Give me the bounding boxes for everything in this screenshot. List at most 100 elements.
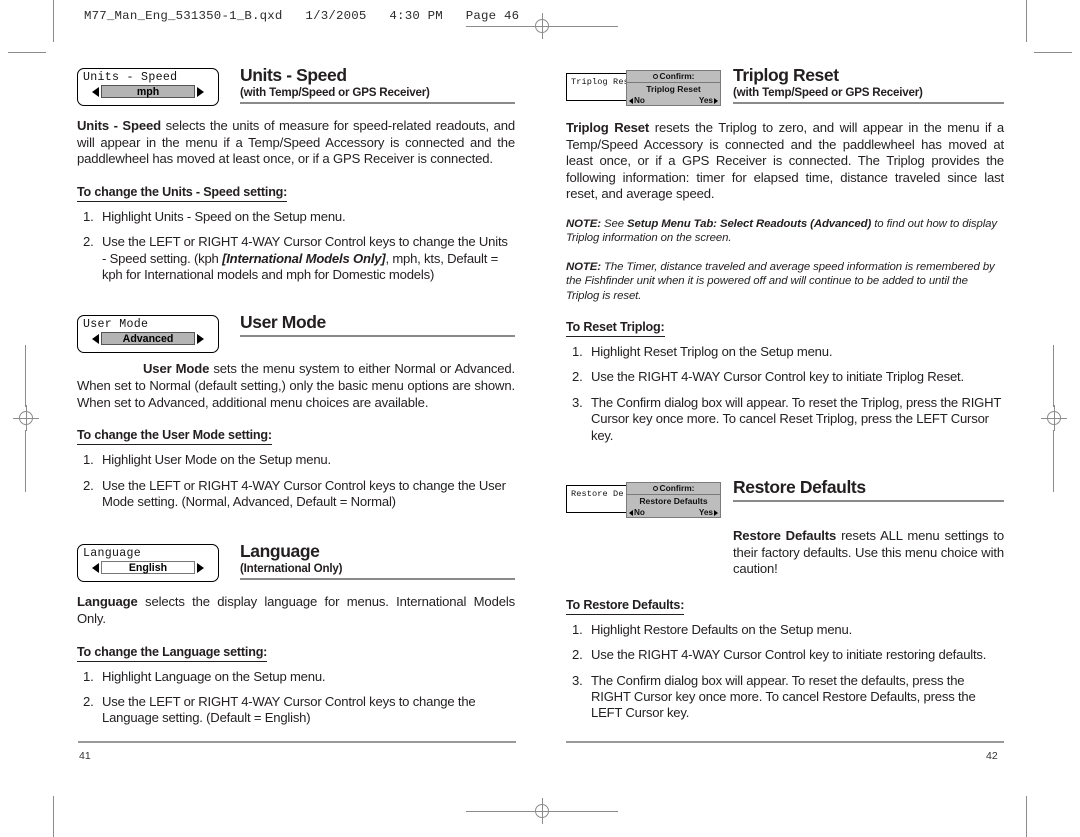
- body-lead: Triplog Reset: [566, 120, 650, 135]
- left-arrow-icon[interactable]: [92, 562, 99, 573]
- list-item: 2. Use the RIGHT 4-WAY Cursor Control key…: [566, 369, 1004, 385]
- step-number: 2.: [83, 234, 94, 250]
- menu-widget-value[interactable]: Advanced: [101, 332, 195, 346]
- step-number: 2.: [572, 647, 583, 663]
- section-title: User Mode: [240, 312, 326, 333]
- footer-rule-right: [566, 741, 1004, 743]
- registration-mark-bottom-center: [529, 798, 555, 824]
- step-text: The Confirm dialog box will appear. To r…: [591, 672, 976, 721]
- crop-mark-top-left-horizontal: [8, 52, 46, 54]
- section-rule: [240, 335, 515, 338]
- confirm-dialog-footer: No Yes: [627, 507, 720, 518]
- right-arrow-icon: [714, 97, 718, 104]
- confirm-no-label: No: [634, 96, 645, 105]
- steps-list: 1. Highlight User Mode on the Setup menu.…: [77, 452, 515, 510]
- crop-mark-top-left-vertical: [53, 0, 55, 42]
- section-body: Units - Speed selects the units of measu…: [77, 118, 515, 168]
- steps-list: 1. Highlight Units - Speed on the Setup m…: [77, 209, 515, 284]
- section-restore-defaults: Restore De Confirm: Restore Defaults No …: [566, 478, 1004, 722]
- note-emphasis: Setup Menu Tab: Select Readouts (Advance…: [627, 217, 872, 230]
- confirm-no-option[interactable]: No: [629, 95, 645, 106]
- section-body: Language selects the display language fo…: [77, 594, 515, 627]
- confirm-yes-option[interactable]: Yes: [699, 507, 718, 518]
- section-restore-defaults-header: Restore De Confirm: Restore Defaults No …: [566, 478, 1004, 524]
- steps-list: 1. Highlight Reset Triplog on the Setup m…: [566, 344, 1004, 444]
- menu-widget-value[interactable]: English: [101, 561, 195, 575]
- note-label: NOTE:: [566, 260, 601, 273]
- note-label: NOTE:: [566, 217, 601, 230]
- registration-line-left-top: [25, 345, 27, 407]
- list-item: 1. Highlight Language on the Setup menu.: [77, 669, 515, 685]
- registration-line-bottom-center-left: [466, 810, 530, 812]
- section-language: Language English Language (International…: [77, 542, 515, 726]
- left-arrow-icon: [629, 97, 633, 104]
- step-text: Use the LEFT or RIGHT 4-WAY Cursor Contr…: [102, 477, 506, 509]
- steps-heading: To change the User Mode setting:: [77, 428, 272, 446]
- body-lead: Units - Speed: [77, 118, 161, 133]
- confirm-dialog-body: Triplog Reset: [646, 84, 701, 94]
- registration-line-right-bottom: [1053, 430, 1055, 492]
- manual-page: M77_Man_Eng_531350-1_B.qxd 1/3/2005 4:30…: [0, 0, 1080, 837]
- list-item: 1. Highlight Units - Speed on the Setup m…: [77, 209, 515, 225]
- list-item: 2. Use the LEFT or RIGHT 4-WAY Cursor Con…: [77, 478, 515, 511]
- crop-mark-top-right-vertical: [1026, 0, 1028, 42]
- page-number-left: 41: [79, 750, 91, 762]
- section-rule: [240, 102, 515, 104]
- section-rule: [733, 102, 1004, 104]
- section-headings: Triplog Reset (with Temp/Speed or GPS Re…: [733, 66, 1004, 104]
- section-title: Restore Defaults: [733, 477, 866, 498]
- confirm-widget-triplog-reset[interactable]: Triplog Rese Confirm: Triplog Reset No Y…: [566, 70, 721, 106]
- step-number: 1.: [83, 668, 94, 684]
- steps-heading: To change the Language setting:: [77, 645, 267, 662]
- menu-widget-value[interactable]: mph: [101, 85, 195, 98]
- section-body: Restore Defaults resets ALL menu setting…: [733, 528, 1004, 578]
- step-number: 2.: [83, 477, 94, 493]
- steps-heading: To change the Units - Speed setting:: [77, 185, 287, 202]
- section-subtitle: (with Temp/Speed or GPS Receiver): [240, 86, 430, 99]
- registration-mark-top-center: [529, 13, 555, 39]
- step-number: 1.: [83, 208, 94, 224]
- left-arrow-icon[interactable]: [92, 333, 99, 344]
- section-headings: Units - Speed (with Temp/Speed or GPS Re…: [240, 66, 515, 104]
- bullet-icon: [652, 74, 658, 80]
- registration-line-left-bottom: [25, 430, 27, 492]
- menu-widget-language[interactable]: Language English: [77, 544, 219, 583]
- body-lead: User Mode: [143, 361, 210, 377]
- steps-list: 1. Highlight Language on the Setup menu. …: [77, 669, 515, 727]
- steps-heading: To Reset Triplog:: [566, 320, 665, 337]
- section-language-header: Language English Language (International…: [77, 542, 515, 586]
- confirm-dialog[interactable]: Confirm: Restore Defaults No Yes: [626, 482, 721, 519]
- section-subtitle: (International Only): [240, 562, 343, 576]
- list-item: 1. Highlight Reset Triplog on the Setup m…: [566, 344, 1004, 360]
- menu-widget-label: Language: [83, 547, 142, 561]
- list-item: 2. Use the LEFT or RIGHT 4-WAY Cursor Con…: [77, 234, 515, 283]
- menu-widget-user-mode[interactable]: User Mode Advanced: [77, 315, 219, 354]
- step-text: The Confirm dialog box will appear. To r…: [591, 394, 1001, 443]
- step-number: 1.: [83, 452, 94, 468]
- step-text: Use the LEFT or RIGHT 4-WAY Cursor Contr…: [102, 694, 476, 726]
- right-arrow-icon[interactable]: [197, 333, 204, 344]
- confirm-no-option[interactable]: No: [629, 507, 645, 518]
- confirm-dialog[interactable]: Confirm: Triplog Reset No Yes: [626, 70, 721, 106]
- right-arrow-icon[interactable]: [197, 562, 204, 573]
- menu-widget-units-speed[interactable]: Units - Speed mph: [77, 68, 219, 106]
- crop-mark-bottom-right-vertical: [1026, 796, 1028, 837]
- confirm-dialog-footer: No Yes: [627, 95, 720, 106]
- section-triplog-reset: Triplog Rese Confirm: Triplog Reset No Y…: [566, 66, 1004, 444]
- step-number: 3.: [572, 672, 583, 688]
- note-pre: See: [600, 217, 628, 230]
- section-body: User Mode sets the menu system to either…: [77, 361, 515, 411]
- footer-rule-left: [78, 741, 516, 743]
- registration-line-top-center-left: [466, 25, 530, 27]
- step-number: 1.: [572, 344, 583, 359]
- list-item: 2. Use the RIGHT 4-WAY Cursor Control key…: [566, 647, 1004, 663]
- section-user-mode: User Mode Advanced User Mode User Mode s…: [77, 313, 515, 510]
- left-arrow-icon[interactable]: [92, 86, 99, 97]
- confirm-dialog-body: Restore Defaults: [639, 496, 708, 507]
- confirm-widget-restore-defaults[interactable]: Restore De Confirm: Restore Defaults No …: [566, 482, 721, 519]
- right-arrow-icon[interactable]: [197, 86, 204, 97]
- section-title: Language: [240, 541, 320, 562]
- note-item: NOTE: See Setup Menu Tab: Select Readout…: [566, 217, 1004, 246]
- confirm-yes-option[interactable]: Yes: [699, 95, 718, 106]
- note-pre: The Timer, distance traveled and average…: [566, 260, 995, 302]
